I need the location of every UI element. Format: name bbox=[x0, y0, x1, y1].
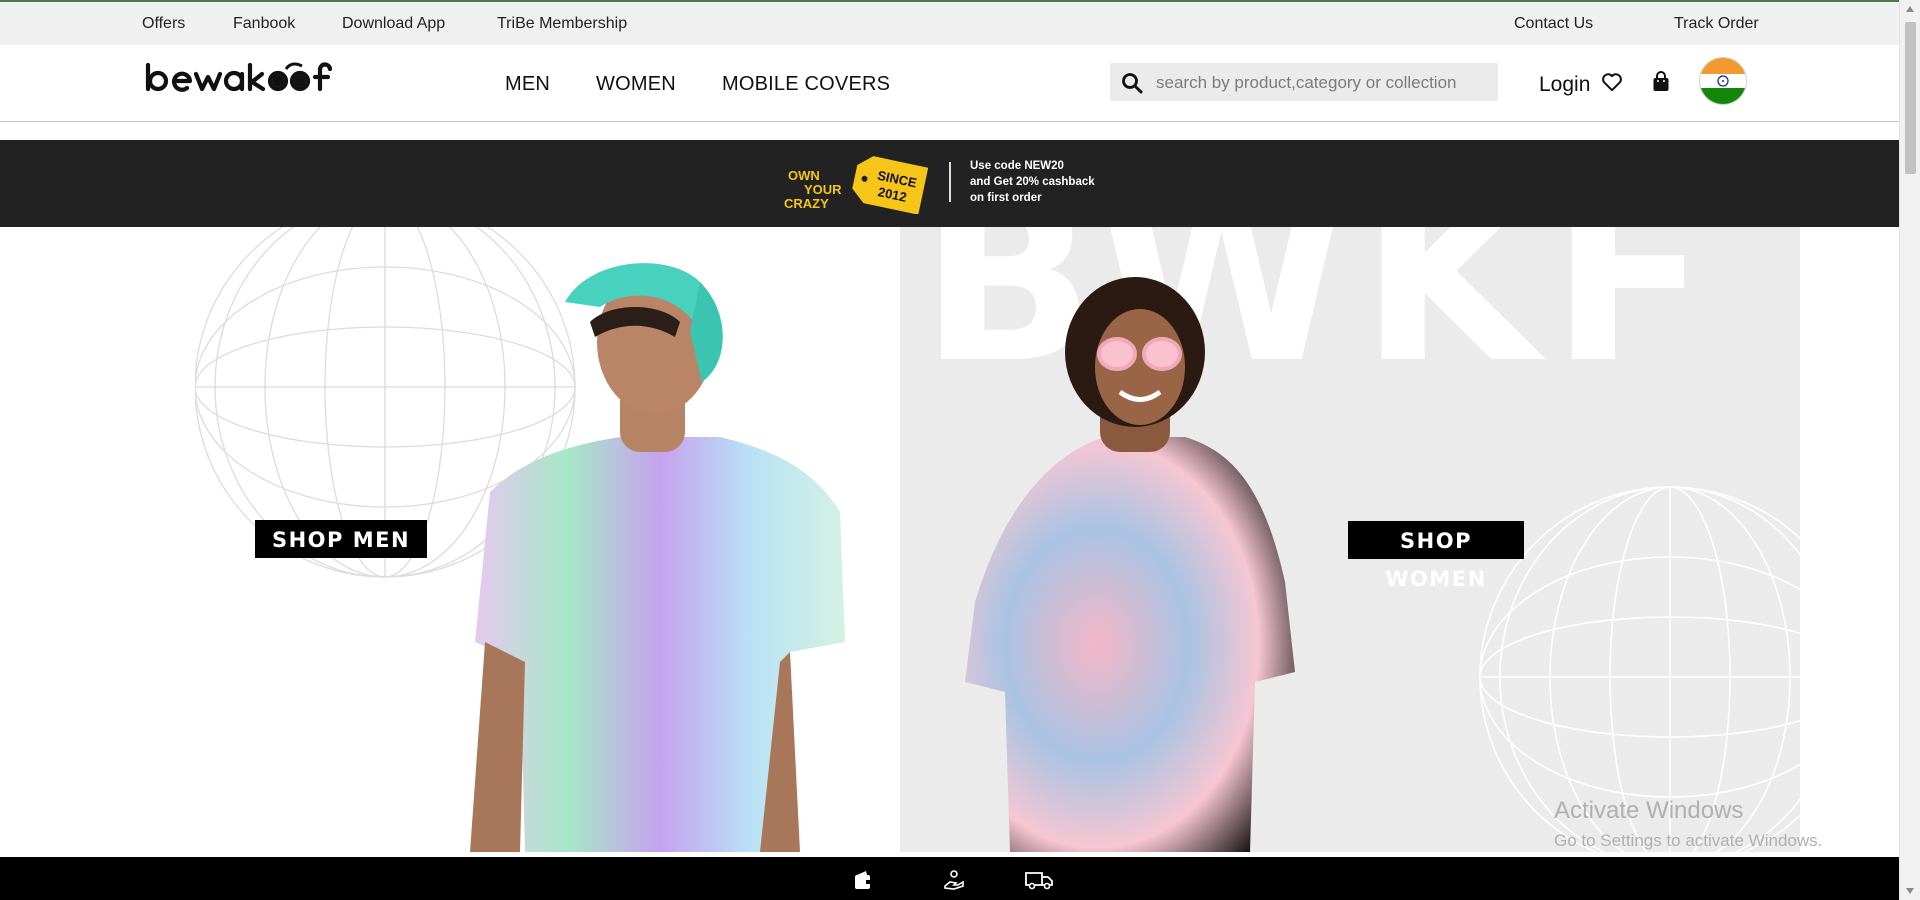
search-icon[interactable] bbox=[1121, 72, 1143, 94]
bewakoof-logo[interactable] bbox=[144, 61, 374, 95]
scroll-down-arrow-icon[interactable] bbox=[1906, 888, 1914, 894]
nav-mobile-covers[interactable]: MOBILE COVERS bbox=[722, 73, 890, 96]
tribe-membership-link[interactable]: TriBe Membership bbox=[497, 15, 627, 33]
scroll-up-arrow-icon[interactable] bbox=[1906, 6, 1914, 12]
male-model-image bbox=[470, 263, 845, 852]
promo-offer-text: Use code NEW20 and Get 20% cashback on f… bbox=[970, 158, 1095, 206]
bottom-feature-bar bbox=[0, 857, 1899, 900]
promo-banner[interactable]: OWN YOUR CRAZY SINCE 2012 Use code NEW20… bbox=[0, 140, 1899, 227]
nav-men[interactable]: MEN bbox=[505, 73, 550, 96]
shop-men-button[interactable]: SHOP MEN bbox=[255, 520, 427, 558]
own-your-crazy-since-2012-graphic: OWN YOUR CRAZY SINCE 2012 bbox=[784, 156, 929, 214]
offer-line1-prefix: Use code bbox=[970, 160, 1025, 172]
slogan-line3: CRAZY bbox=[784, 196, 829, 211]
slogan-line1: OWN bbox=[788, 168, 820, 183]
offer-line2-prefix: and bbox=[970, 176, 994, 188]
nav-women[interactable]: WOMEN bbox=[596, 73, 676, 96]
login-link[interactable]: Login bbox=[1539, 73, 1590, 97]
hand-coin-icon bbox=[942, 869, 966, 898]
main-header: MEN WOMEN MOBILE COVERS Login bbox=[0, 45, 1899, 122]
promo-divider bbox=[949, 162, 951, 202]
page-scrollbar[interactable] bbox=[1899, 0, 1920, 900]
search-bar bbox=[1110, 63, 1498, 103]
contact-us-link[interactable]: Contact Us bbox=[1514, 15, 1593, 33]
search-input[interactable] bbox=[1154, 63, 1488, 103]
offer-code: NEW20 bbox=[1024, 160, 1064, 172]
activate-windows-title: Activate Windows bbox=[1554, 797, 1744, 824]
delivery-truck-icon bbox=[1024, 869, 1054, 896]
slogan-line2: YOUR bbox=[804, 182, 842, 197]
wishlist-heart-icon[interactable] bbox=[1601, 72, 1623, 97]
wallet-icon bbox=[852, 869, 874, 896]
scrollbar-thumb[interactable] bbox=[1905, 22, 1916, 174]
activate-windows-subtitle: Go to Settings to activate Windows. bbox=[1554, 831, 1823, 850]
offers-link[interactable]: Offers bbox=[142, 15, 185, 33]
top-utility-bar: Offers Fanbook Download App TriBe Member… bbox=[0, 0, 1899, 45]
fanbook-link[interactable]: Fanbook bbox=[233, 15, 295, 33]
female-model-image bbox=[965, 277, 1295, 852]
offer-line3: on first order bbox=[970, 192, 1042, 204]
shop-women-button[interactable]: SHOP WOMEN bbox=[1348, 521, 1524, 591]
shopping-bag-icon[interactable] bbox=[1651, 71, 1671, 98]
india-flag-icon[interactable] bbox=[1700, 58, 1746, 104]
track-order-link[interactable]: Track Order bbox=[1674, 15, 1759, 33]
hero-section: BWKF SHOP MEN SHOP WOMEN bbox=[0, 227, 1899, 852]
offer-cashback: Get 20% cashback bbox=[993, 176, 1095, 188]
download-app-link[interactable]: Download App bbox=[342, 15, 445, 33]
logo-wordmark-icon bbox=[145, 62, 333, 92]
